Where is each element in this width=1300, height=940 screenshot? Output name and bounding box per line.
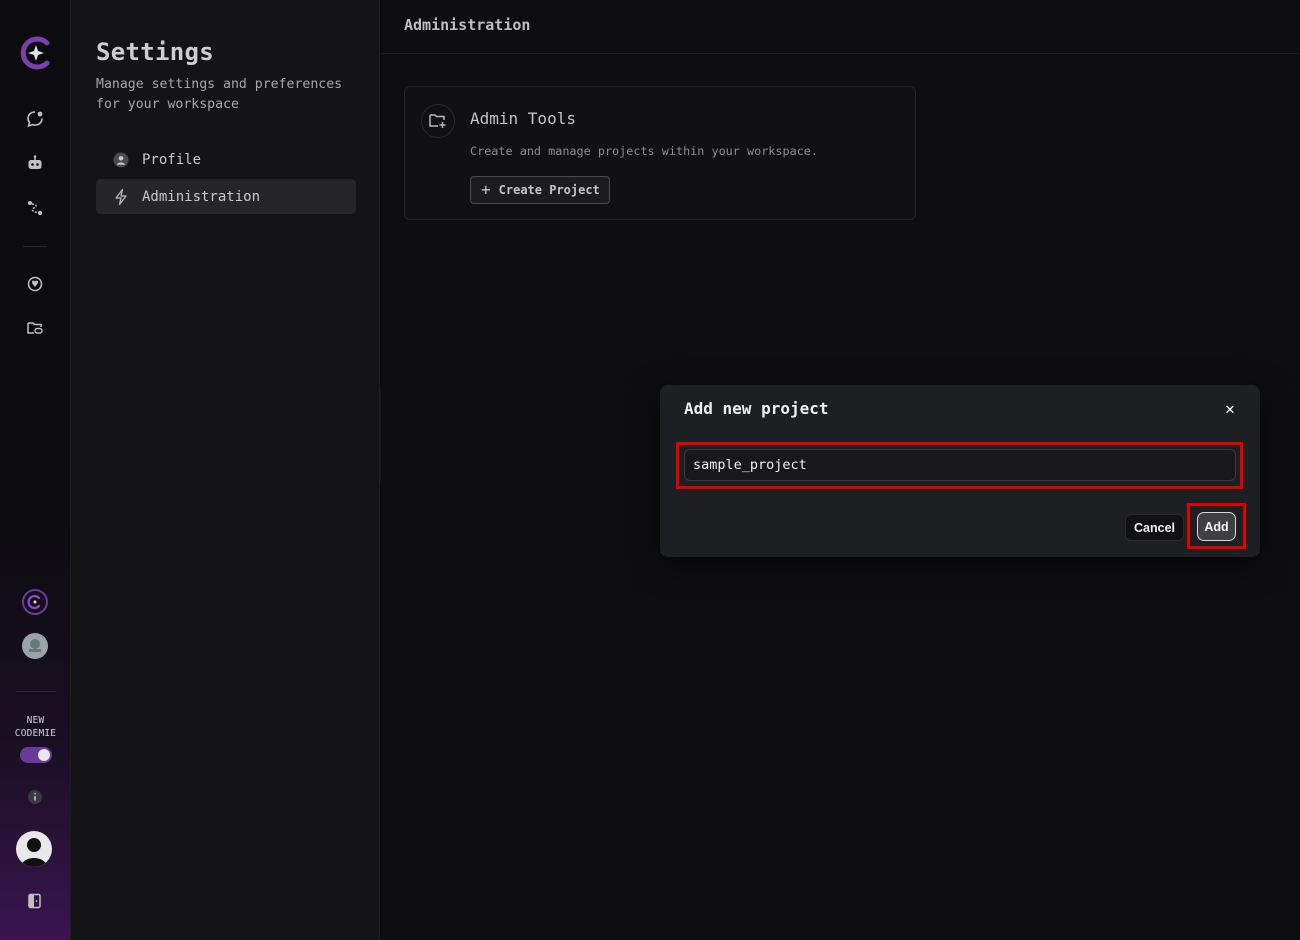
modal-title: Add new project — [684, 399, 829, 418]
admin-tools-title: Admin Tools — [470, 109, 576, 128]
settings-title: Settings — [96, 38, 214, 66]
nav-item-administration-label: Administration — [142, 188, 261, 205]
nav-item-profile-label: Profile — [142, 151, 202, 168]
folder-plus-icon — [421, 104, 455, 138]
settings-subtitle: Manage settings and preferences for your… — [96, 77, 343, 112]
create-project-label: Create Project — [498, 183, 600, 197]
cancel-button[interactable]: Cancel — [1125, 514, 1184, 541]
admin-tools-card: Admin Tools Create and manage projects w… — [404, 86, 916, 220]
project-name-input[interactable] — [684, 449, 1236, 481]
toggle-knob — [38, 749, 50, 761]
robot-icon[interactable] — [24, 152, 46, 174]
folder-link-icon[interactable] — [24, 317, 46, 339]
brain-icon[interactable] — [24, 273, 46, 295]
user-icon — [112, 151, 130, 169]
org-badge-icon[interactable] — [22, 633, 48, 659]
rail-divider — [23, 246, 47, 247]
create-project-button[interactable]: + Create Project — [470, 176, 610, 204]
app-rail: NEW CODEMIE — [0, 0, 71, 940]
nav-item-profile[interactable]: Profile — [96, 142, 356, 177]
logout-icon[interactable] — [24, 890, 46, 912]
chat-icon[interactable] — [24, 108, 46, 130]
nav-item-administration[interactable]: Administration — [96, 179, 356, 214]
add-button[interactable]: Add — [1197, 512, 1236, 541]
info-icon[interactable] — [24, 786, 46, 808]
new-codemie-label-line2: CODEMIE — [14, 728, 57, 739]
workflow-icon[interactable] — [24, 197, 46, 219]
page-header: Administration — [381, 0, 1300, 54]
plus-icon: + — [481, 180, 491, 199]
new-codemie-label: NEW CODEMIE — [0, 714, 71, 740]
admin-tools-description: Create and manage projects within your w… — [470, 144, 819, 158]
page-title: Administration — [404, 16, 531, 34]
new-codemie-toggle[interactable] — [20, 747, 52, 763]
new-codemie-label-line1: NEW — [26, 715, 45, 726]
close-icon[interactable]: ✕ — [1221, 398, 1239, 418]
add-project-modal: Add new project ✕ Cancel Add — [660, 385, 1260, 557]
rail-divider-bottom — [16, 691, 56, 692]
user-avatar[interactable] — [16, 831, 52, 867]
codemie-logo-icon[interactable] — [17, 34, 55, 72]
settings-panel: Settings Manage settings and preferences… — [71, 0, 380, 940]
codemie-circle-icon[interactable] — [22, 589, 48, 615]
lightning-icon — [112, 188, 130, 206]
